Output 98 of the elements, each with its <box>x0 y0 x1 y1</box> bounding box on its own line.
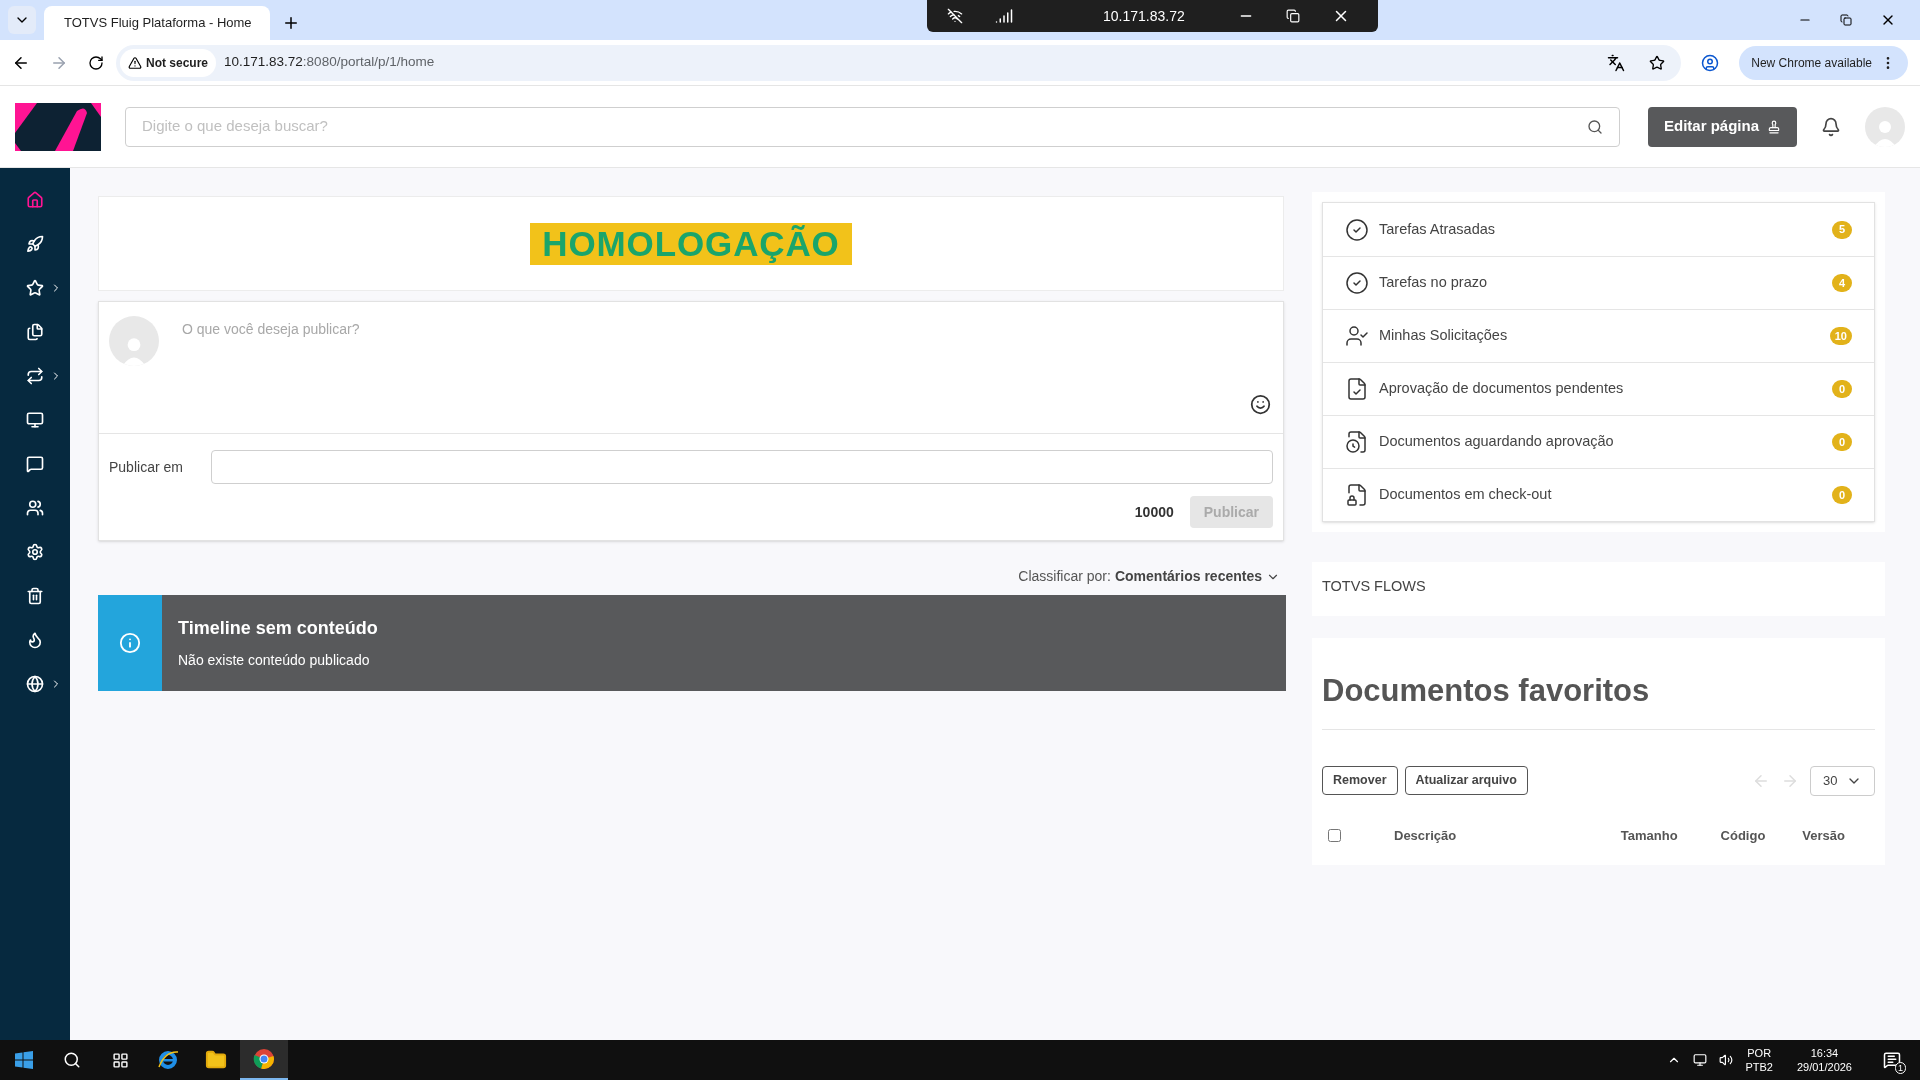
warning-icon <box>128 55 142 70</box>
count-badge: 5 <box>1832 220 1852 239</box>
file-clock-icon <box>1345 430 1369 454</box>
profile-icon[interactable] <box>1701 53 1720 72</box>
globe-icon <box>26 675 44 693</box>
restore-icon[interactable] <box>1840 14 1852 26</box>
column-header: Tamanho <box>1620 826 1678 845</box>
count-badge: 0 <box>1832 380 1852 398</box>
input-language[interactable]: POR <box>1747 1046 1772 1060</box>
favorites-title: Documentos favoritos <box>1322 638 1875 730</box>
restore-icon[interactable] <box>1286 9 1300 23</box>
reload-icon[interactable] <box>88 54 104 71</box>
emoji-icon[interactable] <box>1250 394 1271 415</box>
browser-tab[interactable]: TOTVS Fluig Plataforma - Home <box>44 6 270 40</box>
file-check-icon <box>1345 377 1369 401</box>
notification-count: 1 <box>1895 1062 1906 1074</box>
documents-icon <box>26 323 44 341</box>
translate-icon[interactable] <box>1607 53 1626 72</box>
bookmark-star-icon[interactable] <box>1649 54 1666 71</box>
clock-date[interactable]: 29/01/2026 <box>1796 1060 1852 1074</box>
task-row[interactable]: Documentos aguardando aprovação 0 <box>1323 415 1874 468</box>
publish-in-label: Publicar em <box>109 457 183 477</box>
search-field[interactable]: Digite o que deseja buscar? <box>125 106 1620 147</box>
rocket-icon <box>26 235 44 253</box>
signal-icon <box>995 7 1013 25</box>
settings-icon <box>26 543 44 561</box>
trash-icon <box>26 587 44 605</box>
info-icon <box>119 632 141 654</box>
new-tab-icon[interactable] <box>282 14 300 32</box>
url-path: :8080/portal/p/1/home <box>302 54 435 70</box>
windows-logo-icon <box>15 1051 33 1069</box>
column-header: Descrição <box>1394 826 1457 845</box>
post-area[interactable]: O que você deseja publicar? <box>99 302 1283 434</box>
alert-title: Timeline sem conteúdo <box>178 617 378 640</box>
star-icon <box>26 279 44 297</box>
count-badge: 4 <box>1832 274 1852 292</box>
check-circle-icon <box>1345 217 1369 242</box>
count-badge: 10 <box>1829 327 1852 345</box>
clock-time[interactable]: 16:34 <box>1810 1046 1839 1060</box>
user-check-icon <box>1345 324 1369 348</box>
task-label: Tarefas no prazo <box>1379 273 1487 293</box>
task-row[interactable]: Tarefas Atrasadas 5 <box>1323 203 1874 256</box>
task-row[interactable]: Minhas Solicitações 10 <box>1323 309 1874 362</box>
task-label: Tarefas Atrasadas <box>1379 219 1496 239</box>
speaker-icon[interactable] <box>1719 1053 1734 1067</box>
notification-bell-icon[interactable] <box>1821 116 1841 137</box>
edit-page-button[interactable]: Editar página <box>1647 106 1797 147</box>
task-label: Documentos em check-out <box>1379 485 1552 505</box>
taskbar-app[interactable] <box>240 1040 288 1080</box>
tab-title: TOTVS Fluig Plataforma - Home <box>64 14 252 33</box>
alert-message: Não existe conteúdo publicado <box>178 651 371 670</box>
remote-address: 10.171.83.72 <box>1103 6 1185 26</box>
people-icon <box>26 499 44 517</box>
column-header: Código <box>1720 826 1766 845</box>
file-lock-icon <box>1345 483 1369 507</box>
task-label: Minhas Solicitações <box>1379 326 1508 346</box>
toolbar-button[interactable]: Remover <box>1322 766 1398 795</box>
character-count: 10000 <box>1134 502 1174 522</box>
environment-badge: HOMOLOGAÇÃO <box>530 222 852 265</box>
arrows-icon <box>26 367 44 385</box>
internet-explorer-icon <box>157 1049 179 1071</box>
security-label: Not secure <box>146 54 209 72</box>
column-header: Versão <box>1802 826 1845 845</box>
chat-icon <box>26 455 44 473</box>
count-badge: 0 <box>1832 433 1852 451</box>
notifications-icon <box>1883 1051 1901 1069</box>
network-icon[interactable] <box>1693 1053 1708 1067</box>
toolbar-button[interactable]: Atualizar arquivo <box>1404 766 1528 795</box>
broken-image-alt: TOTVS FLOWS <box>1322 578 1426 594</box>
task-row[interactable]: Documentos em check-out 0 <box>1323 468 1874 521</box>
home-icon <box>26 191 44 209</box>
chrome-icon <box>253 1048 275 1070</box>
address-bar[interactable]: Not secure 10.171.83.72:8080/portal/p/1/home <box>116 44 1682 81</box>
page-size-select[interactable]: 30 <box>1810 765 1875 796</box>
update-chrome-button[interactable]: New Chrome available <box>1739 45 1908 80</box>
search-icon <box>63 1051 81 1069</box>
publish-in-field[interactable] <box>210 450 1273 484</box>
folder-icon <box>205 1049 227 1071</box>
logo[interactable] <box>15 102 101 151</box>
security-chip[interactable]: Not secure <box>120 48 217 77</box>
action-center-button[interactable]: 1 <box>1872 1040 1912 1080</box>
select-all-checkbox[interactable] <box>1328 828 1341 842</box>
task-row[interactable]: Aprovação de documentos pendentes 0 <box>1323 362 1874 415</box>
count-badge: 0 <box>1832 486 1852 504</box>
task-view-icon <box>111 1051 129 1069</box>
keyboard-layout[interactable]: PTB2 <box>1745 1060 1773 1074</box>
flame-icon <box>26 631 44 649</box>
search-icon[interactable] <box>1586 118 1603 135</box>
sort-dropdown[interactable]: Comentários recentes <box>1114 566 1280 587</box>
tab-list-button[interactable] <box>8 6 36 34</box>
task-label: Documentos aguardando aprovação <box>1379 432 1614 452</box>
url-host: 10.171.83.72 <box>224 54 303 70</box>
task-label: Aprovação de documentos pendentes <box>1379 379 1624 399</box>
check-circle-icon <box>1345 271 1369 295</box>
sort-label: Classificar por: <box>1018 567 1111 586</box>
task-row[interactable]: Tarefas no prazo 4 <box>1323 256 1874 309</box>
search-input[interactable]: Digite o que deseja buscar? <box>142 115 1587 138</box>
monitor-icon <box>26 411 44 429</box>
